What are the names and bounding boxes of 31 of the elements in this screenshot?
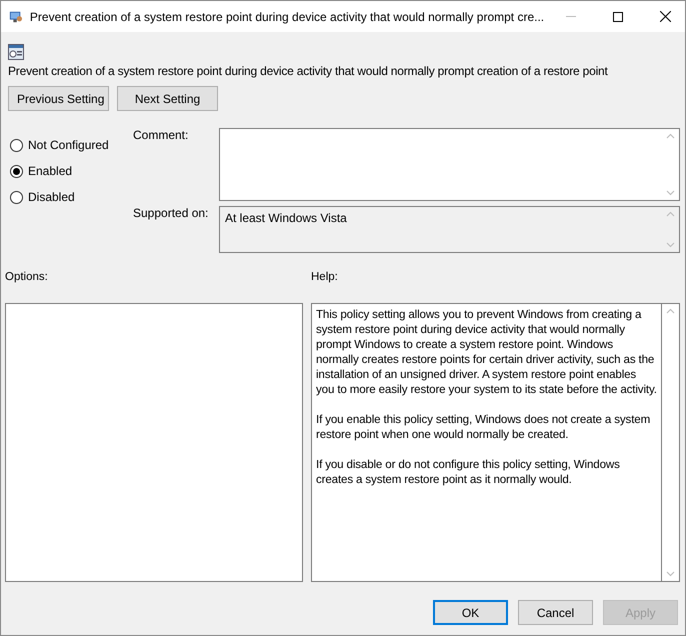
state-radio[interactable]: Enabled [10,164,133,178]
supported-on-label: Supported on: [133,206,210,222]
dialog-button[interactable]: Cancel [518,600,593,625]
scroll-up-icon[interactable] [666,133,675,139]
scroll-down-icon[interactable] [666,190,675,196]
comment-label: Comment: [133,128,190,144]
minimize-icon[interactable] [566,16,576,17]
policy-icon [8,44,24,60]
previous-setting-button[interactable]: Previous Setting [8,86,109,111]
radio-circle[interactable] [10,164,23,178]
maximize-icon[interactable] [613,12,624,22]
help-paragraph: This policy setting allows you to prevent Windows from creating a system restore point during device activity that would normally prompt Windows to create a system restore point. Windows normally creates restore points for certain driver activity, such as the installation of an unsigned driver. A system restore point enables you to more easily restore your system to its state before the activity. [316,307,657,397]
options-label: Options: [5,271,49,283]
window-title: Prevent creation of a system restore point during device activity that would normally prompt cre... [30,10,544,24]
scroll-down-icon[interactable] [666,571,675,577]
next-setting-button[interactable]: Next Setting [117,86,218,111]
scroll-up-icon[interactable] [666,308,675,314]
radio-circle[interactable] [10,138,23,152]
policy-name: Prevent creation of a system restore point during device activity that would normally prompt creation of a restore point [8,64,609,78]
state-radio[interactable]: Not Configured [10,138,133,152]
dialog-button[interactable]: OK [433,600,508,625]
help-paragraph: If you enable this policy setting, Windows does not create a system restore point when one would normally be created. [316,412,652,442]
help-label: Help: [311,271,338,283]
help-paragraph: If you disable or do not configure this policy setting, Windows creates a system restore point as it normally would. [316,457,621,487]
comment-field[interactable] [219,128,680,201]
supported-on-field: At least Windows Vista [219,206,680,253]
scroll-down-icon[interactable] [666,242,675,248]
scroll-up-icon[interactable] [666,211,675,217]
close-icon[interactable] [660,11,670,22]
radio-circle[interactable] [10,190,23,204]
state-radio[interactable]: Disabled [10,190,133,204]
